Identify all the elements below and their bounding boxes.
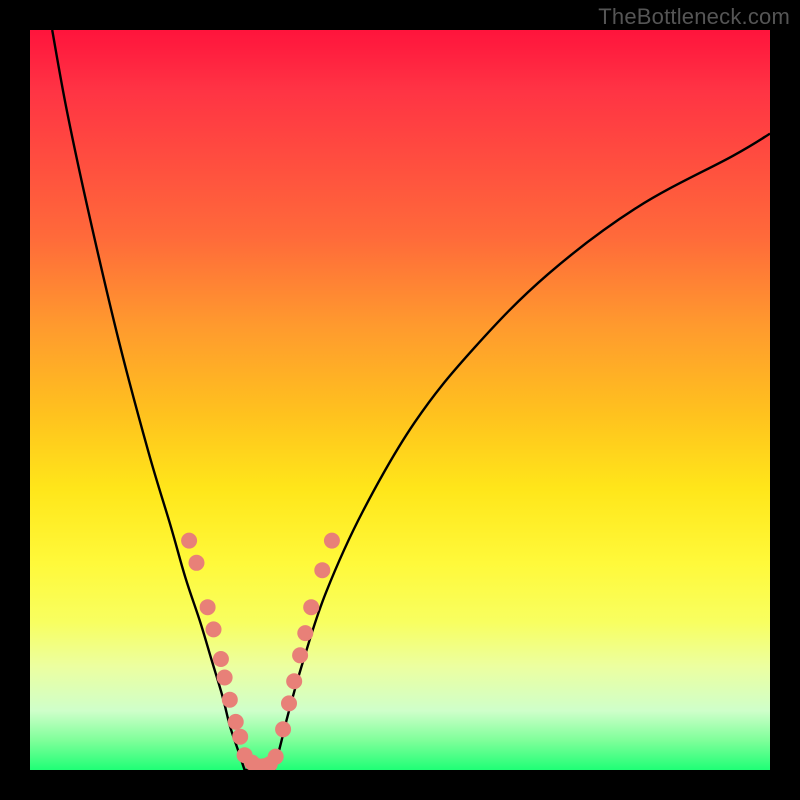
- marker-dot: [268, 749, 284, 765]
- chart-frame: [30, 30, 770, 770]
- watermark-text: TheBottleneck.com: [598, 4, 790, 30]
- marker-dot: [297, 625, 313, 641]
- marker-dot: [181, 533, 197, 549]
- marker-dot: [232, 729, 248, 745]
- marker-dot: [281, 695, 297, 711]
- marker-dot: [228, 714, 244, 730]
- marker-dot: [314, 562, 330, 578]
- curves-group: [52, 30, 770, 770]
- marker-dot: [213, 651, 229, 667]
- marker-dot: [206, 621, 222, 637]
- marker-dot: [286, 673, 302, 689]
- chart-svg: [30, 30, 770, 770]
- curve-right-curve: [274, 134, 770, 770]
- marker-dot: [217, 670, 233, 686]
- marker-dot: [303, 599, 319, 615]
- marker-dot: [292, 647, 308, 663]
- marker-dot: [275, 721, 291, 737]
- marker-dot: [324, 533, 340, 549]
- marker-dot: [222, 692, 238, 708]
- scatter-group: [181, 533, 340, 770]
- marker-dot: [189, 555, 205, 571]
- marker-dot: [200, 599, 216, 615]
